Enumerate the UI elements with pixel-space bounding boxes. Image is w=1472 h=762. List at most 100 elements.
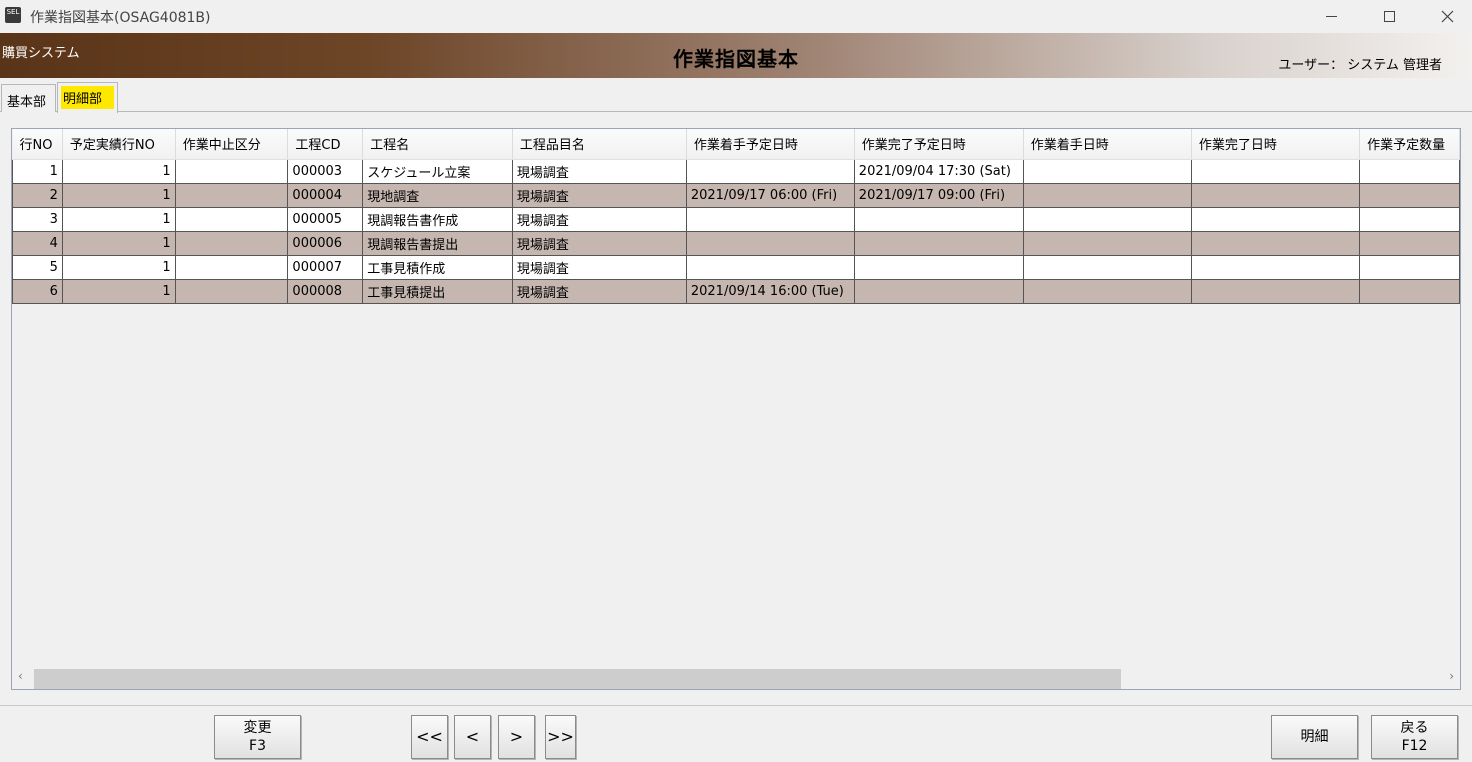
table-cell[interactable]: 現場調査 (511, 158, 687, 184)
first-record-button[interactable]: << (411, 715, 448, 759)
table-cell[interactable]: 000005 (287, 206, 364, 232)
table-cell[interactable]: 1 (61, 206, 176, 232)
table-cell[interactable]: 現場調査 (511, 278, 687, 304)
table-cell[interactable]: 現場調査 (511, 206, 687, 232)
table-cell[interactable] (1359, 206, 1460, 232)
table-cell[interactable] (1190, 206, 1361, 232)
table-cell[interactable] (685, 206, 855, 232)
previous-record-button[interactable]: < (454, 715, 491, 759)
table-cell[interactable] (853, 254, 1024, 280)
maximize-button[interactable] (1360, 0, 1418, 33)
column-header[interactable]: 作業完了予定日時 (854, 129, 1024, 160)
table-cell[interactable]: 現地調査 (362, 182, 513, 208)
table-row[interactable]: 6 1 000008 工事見積提出 現場調査 2021/09/14 16:00 (Tue) (12, 278, 1460, 304)
horizontal-scrollbar[interactable]: ‹ › (12, 666, 1460, 689)
table-cell[interactable]: 6 (12, 278, 63, 304)
column-header[interactable]: 作業着手予定日時 (686, 129, 855, 160)
detail-button[interactable]: 明細 (1271, 715, 1358, 759)
table-cell[interactable] (685, 254, 855, 280)
table-cell[interactable]: 1 (61, 182, 176, 208)
table-cell[interactable] (1190, 278, 1361, 304)
column-header[interactable]: 作業中止区分 (175, 129, 289, 160)
table-cell[interactable]: 000004 (287, 182, 364, 208)
table-cell[interactable]: 1 (61, 254, 176, 280)
close-button[interactable] (1418, 0, 1472, 33)
table-cell[interactable] (1022, 278, 1192, 304)
table-cell[interactable]: 1 (61, 158, 176, 184)
table-cell[interactable] (1359, 278, 1460, 304)
detail-grid[interactable]: 行NO 予定実績行NO 作業中止区分 工程CD 工程名 工程品目名 作業着手予定… (11, 128, 1461, 690)
table-row[interactable]: 3 1 000005 現調報告書作成 現場調査 (12, 206, 1460, 232)
table-cell[interactable]: 4 (12, 230, 63, 256)
table-cell[interactable] (1190, 254, 1361, 280)
table-cell[interactable]: 2021/09/17 09:00 (Fri) (853, 182, 1024, 208)
column-header[interactable]: 工程CD (287, 129, 364, 160)
table-cell[interactable]: 3 (12, 206, 63, 232)
table-cell[interactable] (174, 182, 289, 208)
table-row[interactable]: 2 1 000004 現地調査 現場調査 2021/09/17 06:00 (Fri) 20… (12, 182, 1460, 208)
table-cell[interactable] (174, 206, 289, 232)
table-cell[interactable] (1190, 158, 1361, 184)
table-cell[interactable] (174, 278, 289, 304)
table-cell[interactable]: 2021/09/14 16:00 (Tue) (685, 278, 855, 304)
table-cell[interactable] (1022, 254, 1192, 280)
column-header[interactable]: 行NO (12, 129, 63, 160)
table-cell[interactable] (1359, 254, 1460, 280)
back-button[interactable]: 戻る F12 (1371, 715, 1458, 759)
table-cell[interactable]: 000008 (287, 278, 364, 304)
column-header[interactable]: 作業完了日時 (1191, 129, 1361, 160)
table-cell[interactable] (685, 230, 855, 256)
change-button[interactable]: 変更 F3 (214, 715, 301, 759)
table-cell[interactable] (1022, 182, 1192, 208)
table-row[interactable]: 4 1 000006 現調報告書提出 現場調査 (12, 230, 1460, 256)
table-cell[interactable]: スケジュール立案 (362, 158, 513, 184)
minimize-button[interactable] (1302, 0, 1360, 33)
tab-basic[interactable]: 基本部 (1, 84, 56, 112)
table-cell[interactable] (1190, 182, 1361, 208)
tab-detail[interactable]: 明細部 (57, 82, 118, 113)
table-cell[interactable]: 現場調査 (511, 182, 687, 208)
table-cell[interactable] (174, 158, 289, 184)
table-cell[interactable] (685, 158, 855, 184)
table-cell[interactable] (174, 254, 289, 280)
table-cell[interactable]: 現場調査 (511, 254, 687, 280)
table-cell[interactable]: 1 (61, 230, 176, 256)
scroll-right-icon[interactable]: › (1449, 669, 1454, 683)
table-cell[interactable]: 1 (12, 158, 63, 184)
table-cell[interactable]: 2021/09/17 06:00 (Fri) (685, 182, 855, 208)
table-row[interactable]: 5 1 000007 工事見積作成 現場調査 (12, 254, 1460, 280)
table-cell[interactable]: 現調報告書提出 (362, 230, 513, 256)
next-record-button[interactable]: > (498, 715, 535, 759)
scroll-left-icon[interactable]: ‹ (18, 669, 23, 683)
table-cell[interactable]: 現調報告書作成 (362, 206, 513, 232)
table-cell[interactable]: 5 (12, 254, 63, 280)
table-cell[interactable]: 000007 (287, 254, 364, 280)
column-header[interactable]: 工程名 (362, 129, 513, 160)
table-cell[interactable]: 工事見積作成 (362, 254, 513, 280)
column-header[interactable]: 作業予定数量 (1359, 129, 1460, 160)
table-cell[interactable]: 2021/09/04 17:30 (Sat) (853, 158, 1024, 184)
table-cell[interactable]: 1 (61, 278, 176, 304)
table-cell[interactable] (1022, 206, 1192, 232)
scroll-thumb[interactable] (34, 669, 1121, 689)
table-cell[interactable]: 000006 (287, 230, 364, 256)
table-cell[interactable]: 000003 (287, 158, 364, 184)
table-cell[interactable] (1190, 230, 1361, 256)
table-cell[interactable] (1022, 230, 1192, 256)
table-cell[interactable] (1359, 182, 1460, 208)
last-record-button[interactable]: >> (545, 715, 576, 759)
table-cell[interactable]: 工事見積提出 (362, 278, 513, 304)
column-header[interactable]: 予定実績行NO (62, 129, 176, 160)
table-cell[interactable]: 2 (12, 182, 63, 208)
table-row[interactable]: 1 1 000003 スケジュール立案 現場調査 2021/09/04 17:30 (Sa… (12, 158, 1460, 184)
table-cell[interactable] (174, 230, 289, 256)
table-cell[interactable] (1359, 230, 1460, 256)
table-cell[interactable] (853, 278, 1024, 304)
column-header[interactable]: 作業着手日時 (1023, 129, 1192, 160)
table-cell[interactable]: 現場調査 (511, 230, 687, 256)
table-cell[interactable] (853, 206, 1024, 232)
table-cell[interactable] (1359, 158, 1460, 184)
table-cell[interactable] (1022, 158, 1192, 184)
column-header[interactable]: 工程品目名 (512, 129, 687, 160)
table-cell[interactable] (853, 230, 1024, 256)
